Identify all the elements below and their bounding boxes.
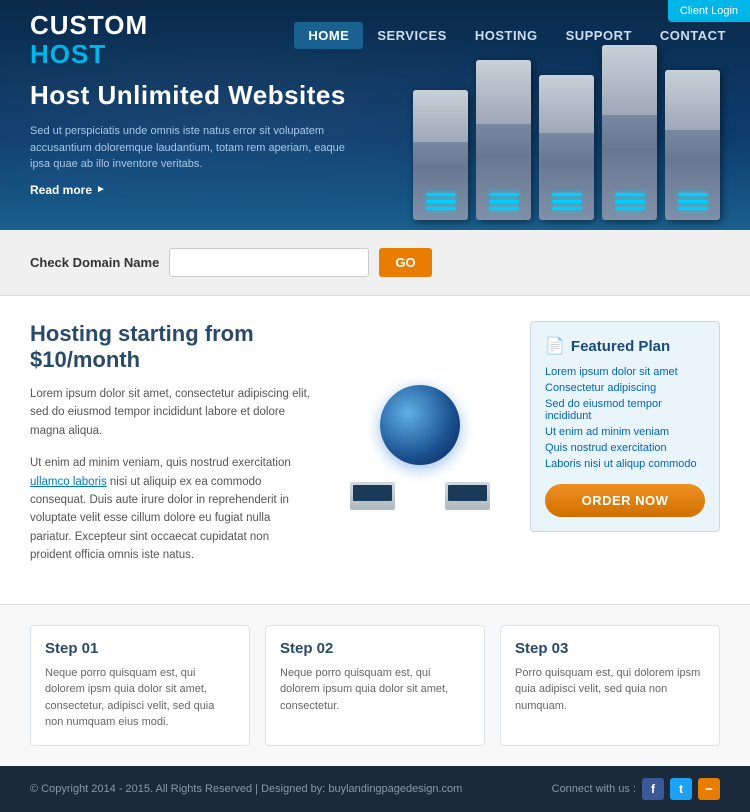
server-tower-2 <box>476 60 531 220</box>
featured-link-5[interactable]: Quis nostrud exercitation <box>545 442 705 454</box>
globe-circle <box>380 385 460 465</box>
header: Client Login Custom HOSt HOME SERVICES H… <box>0 0 750 230</box>
logo-custom: Custom <box>30 10 148 41</box>
featured-link-3[interactable]: Sed do eiusmod tempor incididunt <box>545 398 705 422</box>
globe-area <box>330 321 510 579</box>
featured-plan-links: Lorem ipsum dolor sit amet Consectetur a… <box>545 366 705 470</box>
footer: © Copyright 2014 - 2015. All Rights Rese… <box>0 766 750 812</box>
rss-icon[interactable]: ⎯ <box>698 778 720 800</box>
read-more-link[interactable]: Read more <box>30 183 350 197</box>
featured-link-4[interactable]: Ut enim ad minim veniam <box>545 426 705 438</box>
logo: Custom HOSt <box>30 10 148 67</box>
client-login-button[interactable]: Client Login <box>668 0 750 22</box>
hosting-title: Hosting starting from $10/month <box>30 321 310 373</box>
step-1-desc: Neque porro quisquam est, qui dolorem ip… <box>45 665 235 731</box>
step-2-title: Step 02 <box>280 640 470 657</box>
featured-link-1[interactable]: Lorem ipsum dolor sit amet <box>545 366 705 378</box>
hero-title: Host Unlimited Websites <box>30 80 350 111</box>
featured-link-6[interactable]: Laboris nisi ut aliqup commodo <box>545 458 705 470</box>
step-1-title: Step 01 <box>45 640 235 657</box>
logo-host: HOSt <box>30 41 148 67</box>
step-card-3: Step 03 Porro quisquam est, qui dolorem … <box>500 625 720 746</box>
step-card-2: Step 02 Neque porro quisquam est, qui do… <box>265 625 485 746</box>
footer-social: Connect with us : f t ⎯ <box>552 778 720 800</box>
domain-label: Check Domain Name <box>30 255 159 270</box>
domain-bar: Check Domain Name GO <box>0 230 750 296</box>
server-tower-5 <box>665 70 720 220</box>
step-3-title: Step 03 <box>515 640 705 657</box>
step-3-desc: Porro quisquam est, qui dolorem ipsm qui… <box>515 665 705 715</box>
nav-item-home[interactable]: HOME <box>294 22 363 49</box>
footer-copyright: © Copyright 2014 - 2015. All Rights Rese… <box>30 783 462 795</box>
server-tower-1 <box>413 90 468 220</box>
server-tower-4 <box>602 45 657 220</box>
hosting-desc-2: Ut enim ad minim veniam, quis nostrud ex… <box>30 454 310 564</box>
go-button[interactable]: GO <box>379 248 431 277</box>
hero-desc: Sed ut perspiciatis unde omnis iste natu… <box>30 123 350 173</box>
laptop-right <box>445 482 490 510</box>
step-card-1: Step 01 Neque porro quisquam est, qui do… <box>30 625 250 746</box>
domain-input[interactable] <box>169 248 369 277</box>
document-icon: 📄 <box>545 336 565 356</box>
globe-visual <box>345 385 495 515</box>
facebook-icon[interactable]: f <box>642 778 664 800</box>
steps-section: Step 01 Neque porro quisquam est, qui do… <box>0 604 750 766</box>
twitter-icon[interactable]: t <box>670 778 692 800</box>
hero-text: Host Unlimited Websites Sed ut perspicia… <box>30 80 350 197</box>
main-content: Hosting starting from $10/month Lorem ip… <box>0 296 750 604</box>
featured-plan-title: 📄 Featured Plan <box>545 336 705 356</box>
featured-plan: 📄 Featured Plan Lorem ipsum dolor sit am… <box>530 321 720 532</box>
connect-label: Connect with us : <box>552 783 636 795</box>
server-illustration <box>380 20 720 220</box>
server-tower-3 <box>539 75 594 220</box>
laptop-left <box>350 482 395 510</box>
hosting-desc-1: Lorem ipsum dolor sit amet, consectetur … <box>30 385 310 440</box>
featured-link-2[interactable]: Consectetur adipiscing <box>545 382 705 394</box>
ullamco-link[interactable]: ullamco laboris <box>30 476 107 488</box>
order-now-button[interactable]: ORDER NOW <box>545 484 705 517</box>
content-left: Hosting starting from $10/month Lorem ip… <box>30 321 310 579</box>
step-2-desc: Neque porro quisquam est, qui dolorem ip… <box>280 665 470 715</box>
